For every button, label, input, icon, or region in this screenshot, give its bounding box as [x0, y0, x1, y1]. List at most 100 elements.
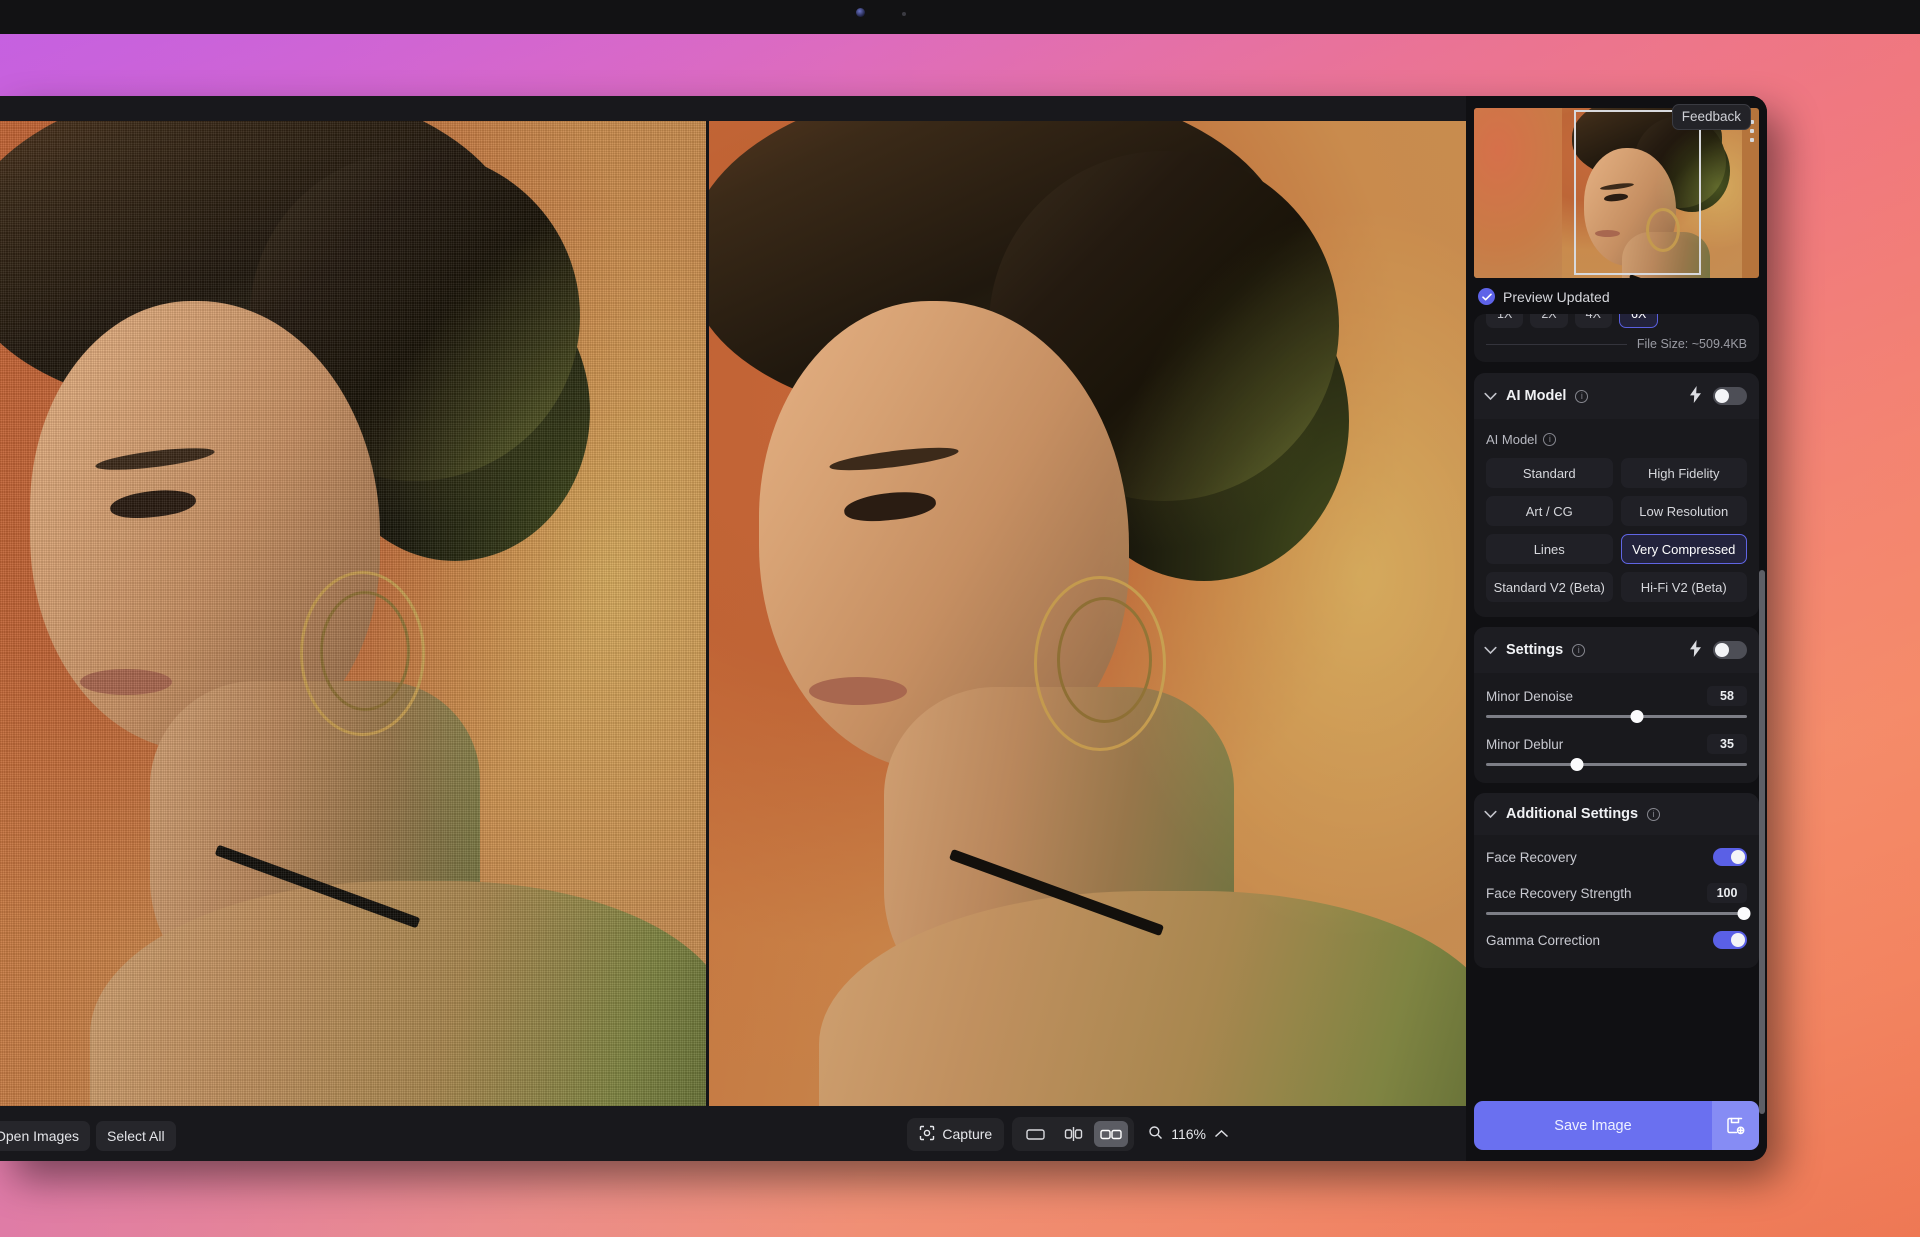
capture-button[interactable]: Capture [907, 1117, 1005, 1151]
additional-settings-header[interactable]: Additional Settings i [1474, 793, 1759, 835]
open-images-button[interactable]: Open Images [0, 1121, 91, 1151]
face-recovery-row: Face Recovery [1486, 848, 1747, 866]
additional-settings-card: Additional Settings i Face Recovery Face… [1474, 793, 1759, 968]
bolt-icon[interactable] [1689, 386, 1702, 406]
scale-option-4x[interactable]: 4X [1574, 314, 1612, 328]
model-option-high-fidelity[interactable]: High Fidelity [1620, 458, 1747, 488]
model-option-standard-v2-beta[interactable]: Standard V2 (Beta) [1486, 572, 1613, 602]
side-by-side-view-button[interactable] [1094, 1121, 1129, 1147]
model-option-hifi-v2-beta[interactable]: Hi-Fi V2 (Beta) [1620, 572, 1747, 602]
feedback-button[interactable]: Feedback [1671, 104, 1751, 130]
minor-deblur-block: Minor Deblur 35 [1486, 734, 1747, 771]
magnifier-icon [1148, 1125, 1163, 1143]
model-option-art-cg[interactable]: Art / CG [1486, 496, 1613, 526]
pane-divider[interactable] [706, 121, 709, 1106]
viewport-indicator[interactable] [1574, 110, 1701, 275]
model-option-low-resolution[interactable]: Low Resolution [1620, 496, 1747, 526]
ai-model-card: AI Model i AI Model i Standard High Fide… [1474, 373, 1759, 617]
scale-option-more[interactable] [1710, 314, 1747, 328]
gamma-correction-toggle[interactable] [1713, 931, 1747, 949]
settings-card: Settings i Minor Denoise 58 Minor Deblur… [1474, 627, 1759, 783]
minor-denoise-knob[interactable] [1630, 710, 1644, 723]
ai-model-title: AI Model [1506, 388, 1567, 404]
minor-deblur-label: Minor Deblur [1486, 736, 1564, 752]
app-window: Feedback Open Images Select All Capture … [0, 96, 1767, 1161]
model-option-lines[interactable]: Lines [1486, 534, 1613, 564]
ai-model-sub-label: AI Model [1486, 432, 1538, 447]
check-circle-icon [1478, 288, 1495, 305]
panel-scrollbar-thumb[interactable] [1759, 570, 1765, 1114]
chevron-down-icon[interactable] [1484, 808, 1497, 821]
minor-deblur-knob[interactable] [1570, 758, 1584, 771]
minor-deblur-value[interactable]: 35 [1707, 734, 1747, 754]
model-option-very-compressed[interactable]: Very Compressed [1620, 534, 1747, 564]
webcam-indicator-icon [856, 8, 865, 17]
minor-deblur-slider[interactable] [1486, 758, 1747, 771]
canvas-tools-group: Capture 116% [907, 1117, 1229, 1151]
preview-card: Preview Updated [1474, 108, 1759, 316]
zoom-level-value: 116% [1171, 1126, 1206, 1142]
settings-header[interactable]: Settings i [1474, 627, 1759, 673]
settings-toggle[interactable] [1713, 641, 1747, 659]
gamma-correction-row: Gamma Correction [1486, 931, 1747, 949]
bolt-icon[interactable] [1689, 640, 1702, 660]
chevron-down-icon[interactable] [1484, 390, 1497, 403]
pixelation-overlay [0, 121, 706, 1106]
zoom-control-group[interactable]: 116% [1142, 1125, 1229, 1143]
split-view-button[interactable] [1056, 1121, 1090, 1147]
chevron-up-icon[interactable] [1214, 1126, 1229, 1142]
portrait-artwork-before [0, 121, 706, 1106]
additional-settings-title: Additional Settings [1506, 806, 1639, 822]
info-icon[interactable]: i [1572, 643, 1586, 657]
capture-frame-icon [919, 1125, 935, 1144]
save-image-row: Save Image [1474, 1101, 1759, 1150]
minor-denoise-slider[interactable] [1486, 710, 1747, 723]
save-settings-icon[interactable] [1712, 1101, 1759, 1150]
webcam-sensor-icon [902, 12, 906, 16]
minor-denoise-value[interactable]: 58 [1707, 686, 1747, 706]
face-recovery-strength-value[interactable]: 100 [1707, 883, 1747, 903]
settings-title: Settings [1506, 642, 1564, 658]
preview-status: Preview Updated [1474, 278, 1759, 316]
image-pane-after[interactable] [709, 121, 1466, 1106]
ai-model-sub-label-row: AI Model i [1486, 432, 1747, 447]
preview-thumbnail[interactable] [1474, 108, 1759, 278]
info-icon[interactable]: i [1543, 433, 1557, 446]
scale-card: 1X 2X 4X 6X File Size: ~509.4KB [1474, 314, 1759, 362]
info-icon[interactable]: i [1575, 389, 1589, 403]
ai-model-body: AI Model i Standard High Fidelity Art / … [1474, 419, 1759, 617]
preview-status-label: Preview Updated [1503, 288, 1610, 305]
settings-panel: Preview Updated 1X 2X 4X 6X File Size: ~… [1466, 96, 1767, 1161]
file-size-label: File Size: ~509.4KB [1636, 337, 1747, 351]
face-recovery-toggle[interactable] [1713, 848, 1747, 866]
scale-option-2x[interactable]: 2X [1530, 314, 1568, 328]
save-image-button[interactable]: Save Image [1474, 1101, 1712, 1150]
settings-body: Minor Denoise 58 Minor Deblur 35 [1474, 673, 1759, 783]
scale-options-row: 1X 2X 4X 6X [1486, 314, 1747, 328]
minor-denoise-label: Minor Denoise [1486, 688, 1574, 704]
capture-label: Capture [942, 1126, 993, 1142]
file-size-row: File Size: ~509.4KB [1486, 337, 1747, 351]
info-icon[interactable]: i [1647, 807, 1661, 821]
image-pane-before[interactable] [0, 121, 706, 1106]
face-recovery-strength-label: Face Recovery Strength [1486, 885, 1632, 901]
model-option-standard[interactable]: Standard [1486, 458, 1613, 488]
scale-option-custom[interactable] [1665, 314, 1702, 328]
select-all-button[interactable]: Select All [96, 1121, 176, 1151]
chevron-down-icon[interactable] [1484, 644, 1497, 657]
gamma-correction-label: Gamma Correction [1486, 932, 1601, 948]
face-recovery-strength-knob[interactable] [1737, 907, 1751, 920]
view-mode-group [1012, 1117, 1135, 1151]
additional-settings-body: Face Recovery Face Recovery Strength 100… [1474, 835, 1759, 968]
scale-option-6x[interactable]: 6X [1618, 314, 1659, 328]
face-recovery-label: Face Recovery [1486, 849, 1577, 865]
portrait-artwork-after [709, 121, 1466, 1106]
ai-model-toggle[interactable] [1713, 387, 1747, 405]
face-recovery-strength-slider[interactable] [1486, 907, 1751, 920]
scale-option-1x[interactable]: 1X [1486, 314, 1524, 328]
minor-denoise-block: Minor Denoise 58 [1486, 686, 1747, 723]
image-canvas[interactable] [0, 121, 1466, 1106]
bottom-toolbar: Open Images Select All Capture 116% [0, 1106, 1466, 1161]
ai-model-header[interactable]: AI Model i [1474, 373, 1759, 419]
single-view-button[interactable] [1018, 1121, 1052, 1147]
